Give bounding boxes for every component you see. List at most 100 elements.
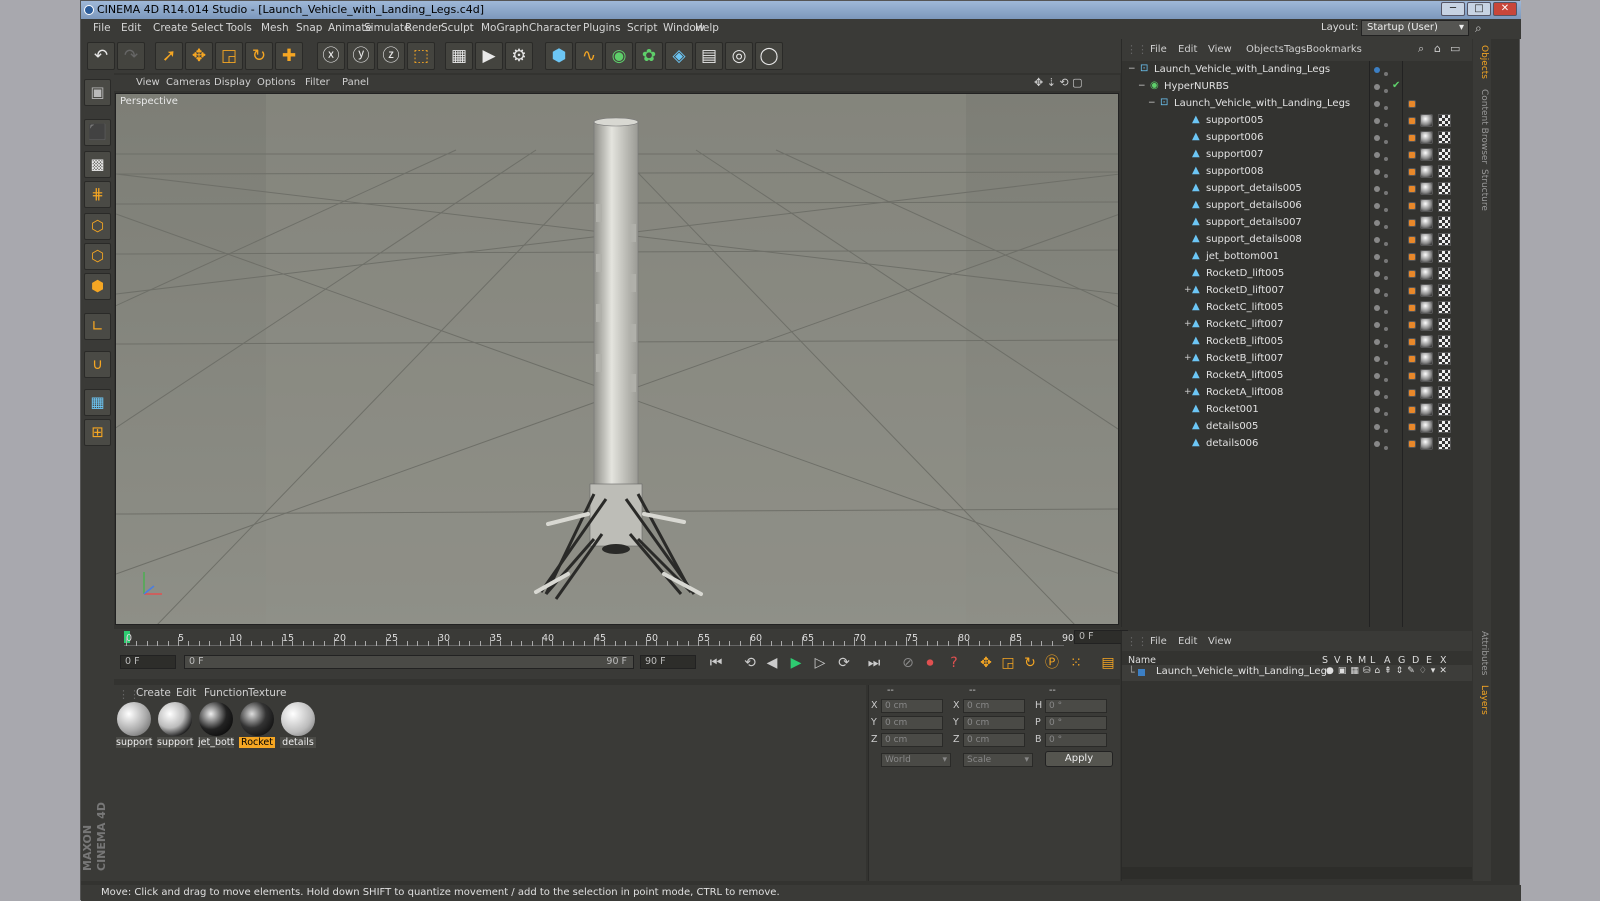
texture-tag-icon[interactable] xyxy=(1438,216,1451,229)
layer-flag-icons[interactable]: ●▣▦⛁⌂⇞⇕✎♢▾✕ xyxy=(1326,666,1451,676)
editor-visibility-dot[interactable] xyxy=(1374,373,1380,379)
tab-structure[interactable]: Structure xyxy=(1475,169,1489,211)
editor-visibility-dot[interactable] xyxy=(1374,407,1380,413)
locked-workplane-button[interactable]: ⊞ xyxy=(84,419,111,446)
editor-visibility-dot[interactable] xyxy=(1374,135,1380,141)
layer-scrollbar[interactable] xyxy=(1122,867,1472,879)
editor-visibility-dot[interactable] xyxy=(1374,322,1380,328)
render-visibility-dot[interactable] xyxy=(1384,225,1388,229)
add-array-button[interactable]: ✿ xyxy=(635,42,663,70)
viewport-menu-display[interactable]: Display xyxy=(214,77,251,88)
object-menu-bookmarks[interactable]: Bookmarks xyxy=(1306,44,1362,55)
new-window-icon[interactable]: ▭ xyxy=(1450,42,1460,55)
phong-tag-icon[interactable] xyxy=(1408,423,1416,431)
material-tag-icon[interactable] xyxy=(1420,199,1433,212)
object-row[interactable]: ▲ RocketA_lift005 xyxy=(1122,369,1472,386)
record-keys-button[interactable]: ⊘ xyxy=(898,653,918,673)
render-visibility-dot[interactable] xyxy=(1384,361,1388,365)
texture-tag-icon[interactable] xyxy=(1438,114,1451,127)
material-tag-icon[interactable] xyxy=(1420,318,1433,331)
material-tag-icon[interactable] xyxy=(1420,131,1433,144)
editor-visibility-dot[interactable] xyxy=(1374,339,1380,345)
material-menu-texture[interactable]: Texture xyxy=(248,687,286,699)
phong-tag-icon[interactable] xyxy=(1408,355,1416,363)
texture-tag-icon[interactable] xyxy=(1438,250,1451,263)
object-row[interactable]: ▲ support_details008 xyxy=(1122,233,1472,250)
editor-visibility-dot[interactable] xyxy=(1374,424,1380,430)
viewport-menu-view[interactable]: View xyxy=(136,77,160,88)
menu-simulate[interactable]: Simulate xyxy=(364,22,410,34)
tab-layers[interactable]: Layers xyxy=(1475,685,1489,715)
editor-visibility-dot[interactable] xyxy=(1374,271,1380,277)
phong-tag-icon[interactable] xyxy=(1408,389,1416,397)
end-frame-field[interactable]: 90 F xyxy=(640,655,696,669)
viewport-menu-panel[interactable]: Panel xyxy=(342,77,369,88)
search-icon[interactable]: ⌕ xyxy=(1475,21,1482,36)
timeline-menu-button[interactable]: ▤ xyxy=(1098,653,1118,673)
menu-edit[interactable]: Edit xyxy=(121,22,141,34)
add-cube-button[interactable]: ⬢ xyxy=(545,42,573,70)
coord-value-field[interactable]: 0 cm xyxy=(963,716,1025,730)
menu-render[interactable]: Render xyxy=(405,22,442,34)
coord-value-field[interactable]: 0 cm xyxy=(963,699,1025,713)
object-menu-objects[interactable]: Objects xyxy=(1246,44,1284,55)
render-visibility-dot[interactable] xyxy=(1384,140,1388,144)
menu-create[interactable]: Create xyxy=(153,22,188,34)
key-position-button[interactable]: ✥ xyxy=(976,653,996,673)
texture-tag-icon[interactable] xyxy=(1438,403,1451,416)
coord-value-field[interactable]: 0 cm xyxy=(881,716,943,730)
texture-tag-icon[interactable] xyxy=(1438,301,1451,314)
viewport-nav-icons[interactable]: ✥ ⇣ ⟲ ▢ xyxy=(1034,76,1083,89)
render-visibility-dot[interactable] xyxy=(1384,446,1388,450)
phong-tag-icon[interactable] xyxy=(1408,151,1416,159)
material-swatch[interactable]: support xyxy=(116,701,152,749)
object-row[interactable]: ▲ support007 xyxy=(1122,148,1472,165)
object-row[interactable]: − ◉ HyperNURBS ✔ xyxy=(1122,80,1472,97)
texture-mode-button[interactable]: ▩ xyxy=(84,151,111,178)
coord-value-field[interactable]: 0 ° xyxy=(1045,733,1107,747)
editor-visibility-dot[interactable] xyxy=(1374,237,1380,243)
phong-tag-icon[interactable] xyxy=(1408,134,1416,142)
render-visibility-dot[interactable] xyxy=(1384,174,1388,178)
material-tag-icon[interactable] xyxy=(1420,216,1433,229)
keyframe-selection-button[interactable]: ? xyxy=(944,653,964,673)
phong-tag-icon[interactable] xyxy=(1408,338,1416,346)
texture-tag-icon[interactable] xyxy=(1438,233,1451,246)
editor-visibility-dot[interactable] xyxy=(1374,220,1380,226)
enabled-check-icon[interactable]: ✔ xyxy=(1392,80,1400,91)
menu-plugins[interactable]: Plugins xyxy=(583,22,621,34)
render-settings-button[interactable]: ⚙ xyxy=(505,42,533,70)
object-row[interactable]: ▲ RocketD_lift005 xyxy=(1122,267,1472,284)
phong-tag-icon[interactable] xyxy=(1408,117,1416,125)
object-row[interactable]: ▲ support006 xyxy=(1122,131,1472,148)
object-row[interactable]: ▲ RocketB_lift005 xyxy=(1122,335,1472,352)
material-tag-icon[interactable] xyxy=(1420,233,1433,246)
texture-tag-icon[interactable] xyxy=(1438,318,1451,331)
points-mode-button[interactable]: ⬡ xyxy=(84,213,111,240)
model-mode-button[interactable]: ⬛ xyxy=(84,119,111,146)
play-button[interactable]: ▶ xyxy=(786,653,806,673)
material-menu-function[interactable]: Function xyxy=(204,687,249,699)
editor-visibility-dot[interactable] xyxy=(1374,356,1380,362)
make-editable-button[interactable]: ▣ xyxy=(84,79,111,106)
object-row[interactable]: ▲ support005 xyxy=(1122,114,1472,131)
add-light-button[interactable]: ◯ xyxy=(755,42,783,70)
object-menu-file[interactable]: File xyxy=(1150,44,1167,55)
key-parameter-button[interactable]: Ⓟ xyxy=(1042,653,1062,673)
workplane-mode-button[interactable]: ⋕ xyxy=(84,181,111,208)
texture-tag-icon[interactable] xyxy=(1438,420,1451,433)
phong-tag-icon[interactable] xyxy=(1408,304,1416,312)
render-visibility-dot[interactable] xyxy=(1384,208,1388,212)
rotate-tool-button[interactable]: ↻ xyxy=(245,42,273,70)
menu-file[interactable]: File xyxy=(93,22,111,34)
editor-visibility-dot[interactable] xyxy=(1374,390,1380,396)
add-spline-button[interactable]: ∿ xyxy=(575,42,603,70)
expand-toggle-icon[interactable]: + xyxy=(1184,387,1192,397)
material-tag-icon[interactable] xyxy=(1420,165,1433,178)
editor-visibility-dot[interactable] xyxy=(1374,152,1380,158)
3d-viewport[interactable]: Perspective xyxy=(115,93,1119,625)
editor-visibility-dot[interactable] xyxy=(1374,441,1380,447)
editor-visibility-dot[interactable] xyxy=(1374,84,1380,90)
coord-value-field[interactable]: 0 cm xyxy=(881,699,943,713)
render-visibility-dot[interactable] xyxy=(1384,72,1388,76)
